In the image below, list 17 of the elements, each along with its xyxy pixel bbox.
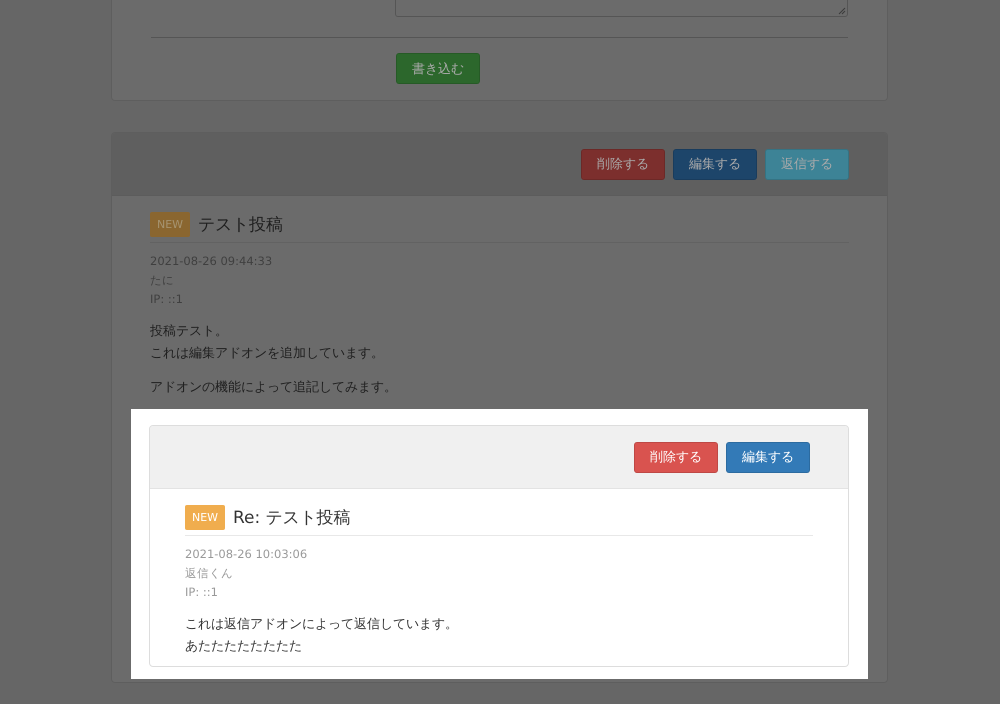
post-text: これは返信アドオンによって返信しています。 あたたたたたたたた [185,616,459,656]
post-author: 返信くん [185,565,234,582]
post-text: 投稿テスト。 これは編集アドオンを追加しています。 [150,323,385,363]
post-ip: IP: ::1 [185,584,219,601]
delete-button[interactable]: 削除する [634,442,718,472]
new-badge: NEW [150,212,190,237]
delete-button[interactable]: 削除する [581,148,665,180]
post-date: 2021-08-26 10:03:06 [185,546,308,563]
post-title: テスト投稿 [198,214,283,236]
edit-button[interactable]: 編集する [673,148,757,180]
edit-button[interactable]: 編集する [726,442,810,472]
submit-button[interactable]: 書き込む [396,53,480,84]
new-badge: NEW [185,505,225,530]
message-field[interactable] [394,0,848,17]
resize-grip-icon[interactable] [838,7,846,15]
post-title: Re: テスト投稿 [233,507,351,529]
post-text: アドオンの機能によって追記してみます。 [150,379,398,397]
